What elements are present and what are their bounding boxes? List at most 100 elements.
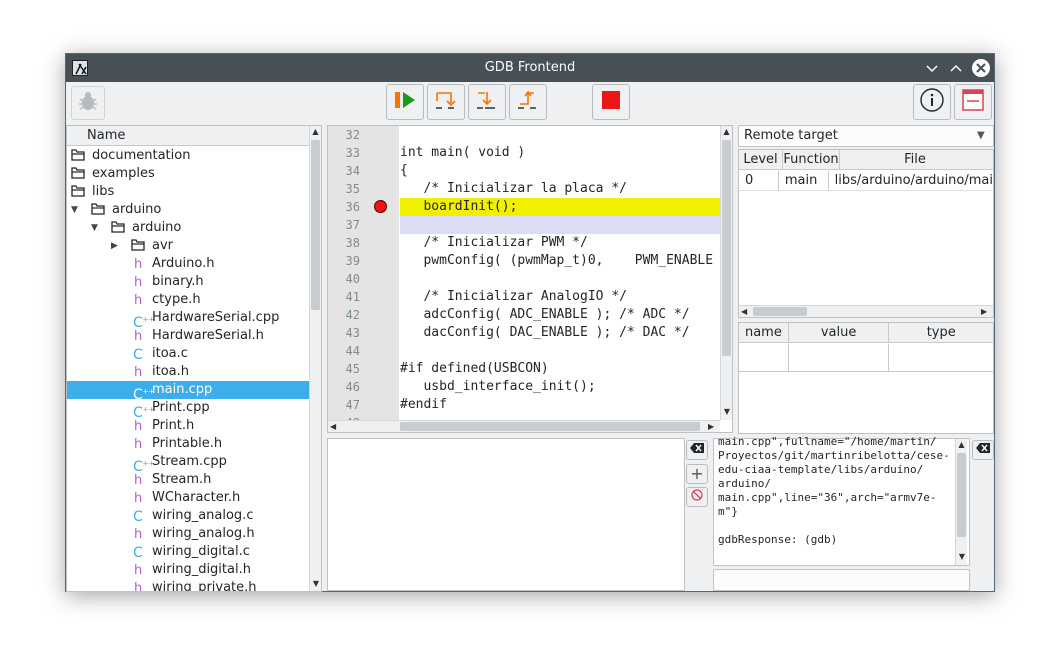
folder-icon bbox=[91, 202, 107, 218]
tree-item[interactable]: h ctype.h bbox=[67, 291, 309, 309]
tree-item[interactable]: examples bbox=[67, 165, 309, 183]
expand-down-icon[interactable]: ▼ bbox=[91, 219, 98, 237]
scroll-up-arrow[interactable]: ▲ bbox=[956, 439, 967, 451]
tree-item[interactable]: h HardwareSerial.h bbox=[67, 327, 309, 345]
table-row[interactable] bbox=[739, 344, 993, 372]
code-line[interactable]: 34 { bbox=[328, 162, 720, 180]
minimize-icon[interactable] bbox=[924, 60, 940, 76]
scroll-down-arrow[interactable]: ▼ bbox=[956, 551, 968, 563]
expand-right-icon[interactable]: ▶ bbox=[111, 237, 118, 255]
output-panel[interactable] bbox=[327, 438, 685, 591]
scroll-left-arrow[interactable]: ◀ bbox=[741, 306, 747, 318]
step-out-button[interactable] bbox=[509, 84, 547, 120]
code-line[interactable]: 40 bbox=[328, 270, 720, 288]
close-icon[interactable] bbox=[972, 59, 990, 77]
line-number: 44 bbox=[345, 344, 360, 358]
tree-item[interactable]: C++ Stream.cpp bbox=[67, 453, 309, 475]
tree-item[interactable]: h Arduino.h bbox=[67, 255, 309, 273]
code-line[interactable]: 33 int main( void ) bbox=[328, 144, 720, 162]
expand-down-icon[interactable]: ▼ bbox=[71, 201, 78, 219]
code-line[interactable]: 37 bbox=[328, 216, 720, 234]
stack-hscrollbar[interactable]: ◀ ▶ bbox=[739, 305, 993, 317]
remove-button[interactable] bbox=[686, 487, 708, 507]
tree-item[interactable]: Citoa.c bbox=[67, 345, 309, 363]
tree-scrollbar[interactable]: ▲ ▼ bbox=[309, 126, 321, 591]
step-into-button[interactable] bbox=[468, 84, 506, 120]
scroll-handle[interactable] bbox=[311, 140, 320, 310]
clear-console-button[interactable] bbox=[972, 440, 994, 460]
scroll-handle[interactable] bbox=[722, 140, 731, 356]
info-button[interactable] bbox=[913, 84, 951, 120]
target-select[interactable]: Remote target ▼ bbox=[738, 125, 994, 147]
stop-button[interactable] bbox=[592, 84, 630, 120]
code-line[interactable]: 43 dacConfig( DAC_ENABLE ); /* DAC */ bbox=[328, 324, 720, 342]
add-button[interactable]: + bbox=[686, 464, 708, 484]
gdb-console[interactable]: main.cpp",fullname="/home/martin/Proyect… bbox=[713, 435, 970, 566]
col-type[interactable]: type bbox=[889, 323, 993, 342]
tree-item[interactable]: documentation bbox=[67, 147, 309, 165]
tree-item[interactable]: h WCharacter.h bbox=[67, 489, 309, 507]
clear-output-button[interactable] bbox=[686, 440, 708, 460]
tree-item[interactable]: h wiring_analog.h bbox=[67, 525, 309, 543]
scroll-down-arrow[interactable]: ▼ bbox=[721, 406, 733, 418]
current-line[interactable]: 36 boardInit(); bbox=[328, 198, 720, 216]
tree-item[interactable]: libs bbox=[67, 183, 309, 201]
tree-item[interactable]: Cwiring_analog.c bbox=[67, 507, 309, 525]
console-line: gdbResponse: (gdb) bbox=[718, 533, 838, 546]
code-line[interactable]: 46 usbd_interface_init(); bbox=[328, 378, 720, 396]
line-number: 47 bbox=[345, 398, 360, 412]
editor-vscrollbar[interactable]: ▲ ▼ bbox=[720, 126, 732, 420]
debug-bug-button[interactable] bbox=[71, 86, 105, 120]
col-function[interactable]: Function bbox=[783, 150, 840, 169]
scroll-right-arrow[interactable]: ▶ bbox=[708, 421, 714, 433]
tree-header[interactable]: Name bbox=[67, 126, 309, 146]
step-over-button[interactable] bbox=[427, 84, 465, 120]
tree-item[interactable]: h Printable.h bbox=[67, 435, 309, 453]
tree-item[interactable]: h wiring_private.h bbox=[67, 579, 309, 591]
code-line[interactable]: 42 adcConfig( ADC_ENABLE ); /* ADC */ bbox=[328, 306, 720, 324]
scroll-right-arrow[interactable]: ▶ bbox=[981, 306, 987, 318]
variables-header: name value type bbox=[739, 323, 993, 343]
tree-item[interactable]: ▼ arduino bbox=[67, 201, 309, 219]
tree-item[interactable]: h itoa.h bbox=[67, 363, 309, 381]
tree-item[interactable]: h Stream.h bbox=[67, 471, 309, 489]
scroll-handle[interactable] bbox=[753, 307, 807, 316]
console-scrollbar[interactable]: ▲ ▼ bbox=[955, 439, 967, 565]
code-line[interactable]: 32 bbox=[328, 126, 720, 144]
tree-item[interactable]: h Print.h bbox=[67, 417, 309, 435]
tree-item[interactable]: C++ main.cpp bbox=[67, 381, 309, 403]
col-name[interactable]: name bbox=[739, 323, 789, 342]
maximize-icon[interactable] bbox=[948, 60, 964, 76]
breakpoint-icon[interactable] bbox=[374, 200, 387, 213]
col-value[interactable]: value bbox=[789, 323, 890, 342]
code-line[interactable]: 35 /* Inicializar la placa */ bbox=[328, 180, 720, 198]
window-layout-button[interactable] bbox=[954, 84, 992, 120]
col-level[interactable]: Level bbox=[739, 150, 783, 169]
code-line[interactable]: 39 pwmConfig( (pwmMap_t)0, PWM_ENABLE bbox=[328, 252, 720, 270]
col-file[interactable]: File bbox=[840, 150, 990, 169]
tree-item[interactable]: C++ HardwareSerial.cpp bbox=[67, 309, 309, 331]
editor-hscrollbar[interactable]: ◀ ▶ bbox=[328, 420, 720, 432]
tree-item[interactable]: Cwiring_digital.c bbox=[67, 543, 309, 561]
scroll-up-arrow[interactable]: ▲ bbox=[310, 126, 321, 138]
code-line[interactable]: 41 /* Inicializar AnalogIO */ bbox=[328, 288, 720, 306]
tree-item[interactable]: C++ Print.cpp bbox=[67, 399, 309, 421]
scroll-left-arrow[interactable]: ◀ bbox=[330, 421, 336, 433]
tree-item[interactable]: h binary.h bbox=[67, 273, 309, 291]
code-editor[interactable]: 32 33 int main( void ) 34 {35 /* Inicializar… bbox=[327, 125, 733, 433]
play-icon bbox=[392, 89, 418, 115]
tree-item[interactable]: h wiring_digital.h bbox=[67, 561, 309, 579]
code-line[interactable]: 45 #if defined(USBCON) bbox=[328, 360, 720, 378]
run-button[interactable] bbox=[386, 84, 424, 120]
scroll-up-arrow[interactable]: ▲ bbox=[721, 126, 732, 138]
scroll-handle[interactable] bbox=[957, 453, 966, 537]
tree-item[interactable]: ▶ avr bbox=[67, 237, 309, 255]
code-line[interactable]: 44 bbox=[328, 342, 720, 360]
table-row[interactable]: 0 main libs/arduino/arduino/mai bbox=[739, 171, 993, 191]
tree-item[interactable]: ▼ arduino bbox=[67, 219, 309, 237]
gdb-command-input[interactable] bbox=[713, 569, 970, 591]
scroll-handle[interactable] bbox=[400, 422, 700, 431]
scroll-down-arrow[interactable]: ▼ bbox=[310, 578, 322, 590]
code-line[interactable]: 38 /* Inicializar PWM */ bbox=[328, 234, 720, 252]
code-line[interactable]: 47 #endif bbox=[328, 396, 720, 414]
